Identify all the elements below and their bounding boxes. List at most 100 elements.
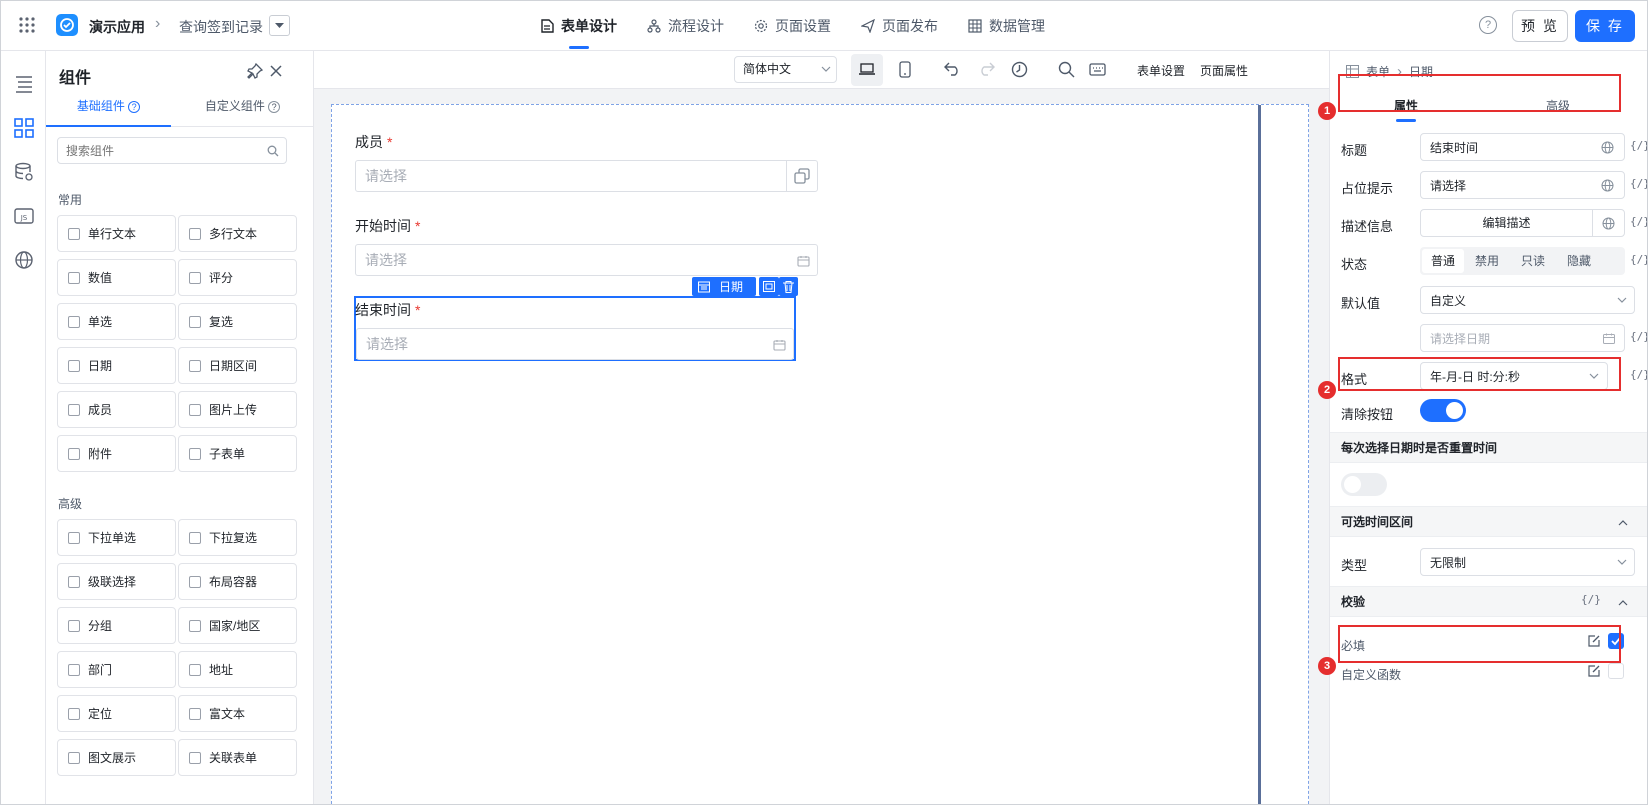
designer-tabs: 表单设计 流程设计 页面设置 页面发布 数据管理	[541, 1, 1045, 51]
page-props-link[interactable]: 页面属性	[1200, 62, 1248, 79]
components-panel: 组件 基础组件 ? 自定义组件 ? 常用 单行文本 多行文本数值 评分单选 复选日期 日…	[46, 51, 314, 804]
time-range-section[interactable]: 可选时间区间	[1330, 506, 1647, 537]
component-item[interactable]: 富文本	[178, 695, 297, 732]
js-script-icon[interactable]: JS	[13, 205, 35, 227]
formula-icon[interactable]: {/}	[1630, 368, 1647, 381]
history-icon[interactable]	[1011, 61, 1028, 78]
state-option-hidden[interactable]: 隐藏	[1556, 249, 1602, 273]
pin-icon[interactable]	[247, 63, 263, 79]
component-item[interactable]: 布局容器	[178, 563, 297, 600]
canvas-resize-handle[interactable]	[1258, 105, 1261, 804]
component-item[interactable]: 分组	[57, 607, 176, 644]
duplicate-field-button[interactable]	[759, 277, 779, 296]
keyboard-icon[interactable]	[1089, 63, 1106, 76]
placeholder-input[interactable]: 请选择	[1420, 171, 1625, 199]
edit-icon[interactable]	[1587, 664, 1601, 678]
state-option-normal[interactable]: 普通	[1422, 249, 1464, 273]
globe-icon[interactable]	[1601, 141, 1614, 154]
field-start-time-input[interactable]: 请选择	[355, 244, 818, 276]
components-grid-icon[interactable]	[13, 117, 35, 139]
component-item[interactable]: 图文展示	[57, 739, 176, 776]
copy-icon	[763, 281, 775, 292]
component-item[interactable]: 国家/地区	[178, 607, 297, 644]
component-item[interactable]: 日期区间	[178, 347, 297, 384]
edit-description-button[interactable]: 编辑描述	[1421, 210, 1593, 236]
component-item[interactable]: 单选	[57, 303, 176, 340]
component-item[interactable]: 评分	[178, 259, 297, 296]
search-icon[interactable]	[1058, 61, 1075, 78]
language-select[interactable]: 简体中文	[734, 56, 837, 83]
form-settings-link[interactable]: 表单设置	[1137, 62, 1185, 79]
preview-button[interactable]: 预 览	[1512, 10, 1568, 42]
tab-page-publish[interactable]: 页面发布	[861, 1, 938, 51]
component-item[interactable]: 复选	[178, 303, 297, 340]
component-item[interactable]: 日期	[57, 347, 176, 384]
outline-tree-icon[interactable]	[13, 73, 35, 95]
help-icon[interactable]: ?	[1479, 16, 1497, 34]
globe-icon[interactable]	[1602, 217, 1615, 230]
formula-icon[interactable]: {/}	[1630, 330, 1647, 343]
title-input[interactable]: 结束时间	[1420, 133, 1625, 161]
component-label: 图文展示	[88, 751, 137, 765]
required-asterisk: *	[415, 218, 421, 234]
formula-icon[interactable]: {/}	[1581, 593, 1601, 606]
state-option-readonly[interactable]: 只读	[1510, 249, 1556, 273]
globe-icon[interactable]	[13, 249, 35, 271]
save-button[interactable]: 保 存	[1575, 10, 1635, 42]
redo-icon[interactable]	[978, 62, 995, 76]
app-name[interactable]: 演示应用	[89, 17, 145, 37]
apps-grid-icon[interactable]	[18, 16, 36, 34]
clear-button-toggle[interactable]	[1420, 399, 1466, 422]
component-label: 附件	[88, 447, 113, 461]
component-item[interactable]: 图片上传	[178, 391, 297, 428]
page-name[interactable]: 查询签到记录	[179, 17, 263, 37]
globe-icon[interactable]	[1601, 179, 1614, 192]
member-picker-button[interactable]	[786, 161, 817, 191]
formula-icon[interactable]: {/}	[1630, 253, 1647, 266]
component-label: 国家/地区	[209, 619, 261, 633]
mobile-view-icon[interactable]	[899, 61, 911, 78]
component-item[interactable]: 子表单	[178, 435, 297, 472]
component-item[interactable]: 地址	[178, 651, 297, 688]
component-item[interactable]: 部门	[57, 651, 176, 688]
tab-flow-design[interactable]: 流程设计	[647, 1, 724, 51]
field-member-input[interactable]: 请选择	[355, 160, 818, 192]
tab-form-design[interactable]: 表单设计	[541, 1, 617, 51]
custom-function-checkbox[interactable]	[1608, 663, 1624, 679]
state-option-disabled[interactable]: 禁用	[1464, 249, 1510, 273]
component-search-input[interactable]	[58, 138, 253, 163]
undo-icon[interactable]	[944, 62, 961, 76]
desktop-view-button[interactable]	[851, 54, 883, 86]
reset-time-toggle[interactable]	[1341, 473, 1387, 496]
tab-custom-components[interactable]: 自定义组件 ?	[171, 97, 314, 127]
component-search[interactable]	[57, 137, 287, 164]
validation-section[interactable]: 校验 {/}	[1330, 586, 1647, 617]
placeholder-text: 请选择	[365, 168, 407, 184]
tab-basic-components[interactable]: 基础组件 ?	[46, 97, 171, 127]
component-item[interactable]: 定位	[57, 695, 176, 732]
component-item[interactable]: 下拉单选	[57, 519, 176, 556]
default-date-picker[interactable]: 请选择日期	[1420, 324, 1625, 352]
component-item[interactable]: 成员	[57, 391, 176, 428]
close-icon[interactable]	[268, 63, 284, 79]
component-type-icon	[189, 707, 201, 720]
default-value-select[interactable]: 自定义	[1420, 286, 1635, 314]
component-item[interactable]: 附件	[57, 435, 176, 472]
range-type-select[interactable]: 无限制	[1420, 548, 1635, 576]
formula-icon[interactable]: {/}	[1630, 139, 1647, 152]
tab-data-management[interactable]: 数据管理	[968, 1, 1045, 51]
component-item[interactable]: 下拉复选	[178, 519, 297, 556]
send-icon	[861, 19, 875, 33]
delete-field-button[interactable]	[779, 277, 798, 296]
component-item[interactable]: 多行文本	[178, 215, 297, 252]
component-item[interactable]: 关联表单	[178, 739, 297, 776]
component-item[interactable]: 单行文本	[57, 215, 176, 252]
formula-icon[interactable]: {/}	[1630, 215, 1647, 228]
formula-icon[interactable]: {/}	[1630, 177, 1647, 190]
component-item[interactable]: 级联选择	[57, 563, 176, 600]
database-icon[interactable]	[13, 161, 35, 183]
component-item[interactable]: 数值	[57, 259, 176, 296]
page-dropdown-button[interactable]	[269, 15, 290, 36]
tab-page-settings[interactable]: 页面设置	[754, 1, 831, 51]
field-end-time-input[interactable]: 请选择	[356, 328, 794, 360]
